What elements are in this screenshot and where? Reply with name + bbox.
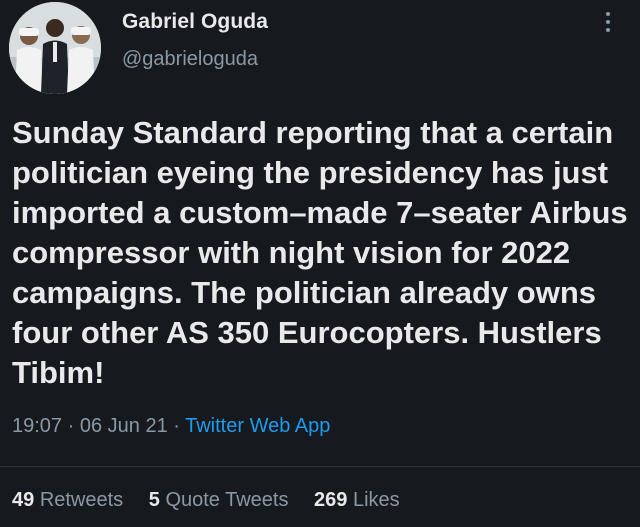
retweets-stat[interactable]: 49 Retweets bbox=[12, 489, 123, 511]
tweet-text: Sunday Standard reporting that a certain… bbox=[12, 115, 628, 390]
tweet-date[interactable]: 06 Jun 21 bbox=[80, 415, 168, 437]
divider bbox=[0, 466, 640, 467]
likes-label: Likes bbox=[352, 489, 400, 511]
more-vertical-icon[interactable] bbox=[596, 8, 620, 36]
quote-tweets-count: 5 bbox=[148, 489, 160, 511]
avatar-photo bbox=[9, 2, 101, 94]
meta-separator: · bbox=[167, 415, 186, 437]
quote-tweets-stat[interactable]: 5 Quote Tweets bbox=[149, 489, 289, 511]
author-handle[interactable]: @gabrieloguda bbox=[122, 48, 258, 71]
retweets-label: Retweets bbox=[39, 489, 124, 511]
tweet-stats: 49 Retweets 5 Quote Tweets 269 Likes bbox=[12, 489, 420, 512]
meta-separator: · bbox=[62, 415, 80, 437]
dot bbox=[606, 20, 610, 24]
likes-count: 269 bbox=[314, 489, 348, 511]
tweet-time[interactable]: 19:07 bbox=[12, 415, 62, 437]
dot bbox=[606, 12, 610, 16]
author-name[interactable]: Gabriel Oguda bbox=[122, 10, 268, 34]
tweet-card: Gabriel Oguda @gabrieloguda Sunday Stand… bbox=[0, 0, 640, 527]
quote-tweets-label: Quote Tweets bbox=[165, 489, 289, 511]
likes-stat[interactable]: 269 Likes bbox=[314, 489, 400, 511]
tweet-source-link[interactable]: Twitter Web App bbox=[185, 415, 330, 437]
avatar[interactable] bbox=[9, 2, 101, 94]
dot bbox=[606, 28, 610, 32]
retweets-count: 49 bbox=[12, 489, 35, 511]
tweet-meta: 19:07 · 06 Jun 21 · Twitter Web App bbox=[12, 415, 330, 438]
